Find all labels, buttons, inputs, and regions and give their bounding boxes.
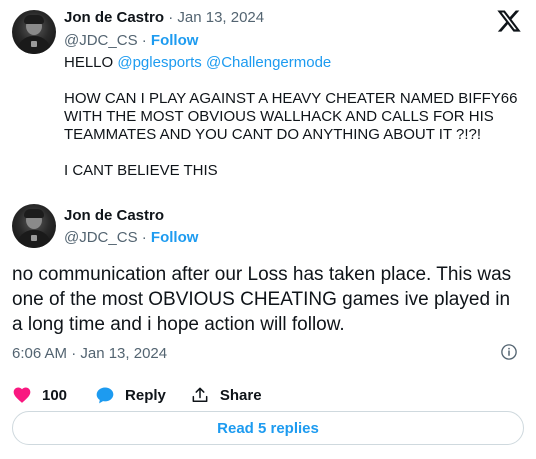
like-count: 100: [42, 386, 68, 404]
share-icon: [192, 387, 208, 402]
tweet-timestamp[interactable]: 6:06 AM · Jan 13, 2024: [12, 345, 167, 362]
x-logo-icon[interactable]: [496, 8, 522, 34]
author-handle[interactable]: @JDC_CS: [64, 229, 138, 246]
reply-label: Reply: [125, 386, 166, 404]
handle-separator: ·: [141, 32, 147, 49]
tweet-date[interactable]: Jan 13, 2024: [177, 9, 264, 26]
heart-icon: [13, 387, 31, 403]
follow-button[interactable]: Follow: [151, 229, 199, 246]
tweet-line-1: HELLO @pglesports @Challengermode: [64, 54, 524, 72]
tweet-card: Jon de Castro · Jan 13, 2024 @JDC_CS · F…: [0, 0, 536, 459]
mention-link[interactable]: @Challengermode: [206, 54, 331, 71]
author-row: Jon de Castro: [64, 207, 164, 224]
avatar[interactable]: [12, 10, 56, 54]
info-icon[interactable]: [500, 343, 518, 361]
greeting-text: HELLO: [64, 54, 118, 71]
tweet-paragraph: HOW CAN I PLAY AGAINST A HEAVY CHEATER N…: [64, 90, 518, 143]
handle-separator: ·: [141, 229, 147, 246]
avatar[interactable]: [12, 204, 56, 248]
date-separator: ·: [168, 9, 174, 26]
share-button[interactable]: Share: [190, 385, 262, 405]
quoted-tweet-text: HELLO @pglesports @Challengermode HOW CA…: [64, 54, 524, 180]
tweet-text: no communication after our Loss has take…: [12, 264, 512, 335]
tweet-paragraph: I CANT BELIEVE THIS: [64, 162, 218, 179]
share-label: Share: [219, 386, 262, 404]
reply-bubble-icon: [96, 387, 114, 404]
like-button[interactable]: 100: [12, 385, 67, 405]
author-handle[interactable]: @JDC_CS: [64, 32, 138, 49]
author-name[interactable]: Jon de Castro: [64, 9, 164, 26]
handle-row: @JDC_CS · Follow: [64, 229, 198, 246]
author-row: Jon de Castro · Jan 13, 2024: [64, 9, 264, 26]
action-bar: 100 Reply Share: [12, 384, 286, 406]
follow-button[interactable]: Follow: [151, 32, 199, 49]
reply-button[interactable]: Reply: [95, 385, 166, 405]
read-replies-button[interactable]: Read 5 replies: [12, 411, 524, 445]
author-name[interactable]: Jon de Castro: [64, 207, 164, 224]
handle-row: @JDC_CS · Follow: [64, 32, 198, 49]
mention-link[interactable]: @pglesports: [117, 54, 201, 71]
